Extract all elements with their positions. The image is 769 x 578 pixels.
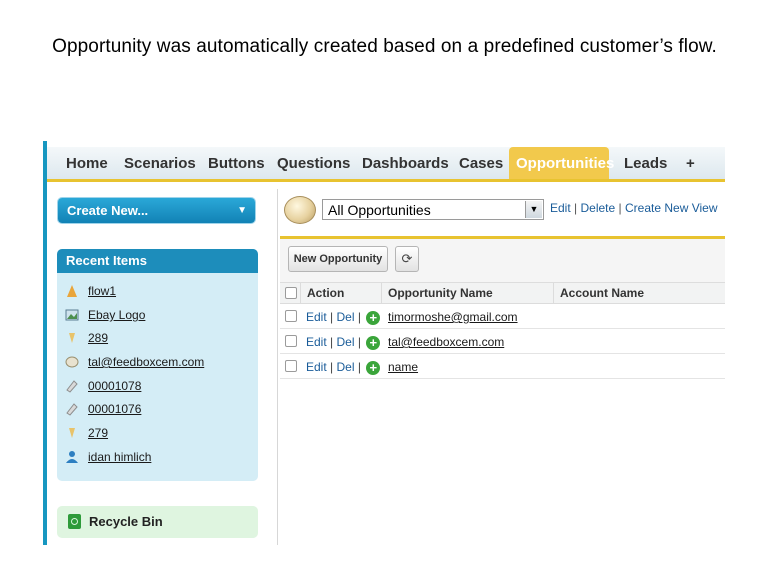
recent-item-link[interactable]: 289 — [88, 331, 108, 345]
recent-item-link[interactable]: flow1 — [88, 284, 116, 298]
user-icon — [65, 450, 79, 464]
tab-bar: Home Scenarios Buttons Questions Dashboa… — [47, 147, 725, 182]
recent-items-panel: Recent Items flow1 Ebay Logo 289 tal@fee… — [57, 249, 258, 481]
recent-items-title: Recent Items — [57, 249, 258, 273]
list-toolbar: New Opportunity ⟳ — [280, 239, 725, 283]
crm-app-window: Home Scenarios Buttons Questions Dashboa… — [43, 141, 725, 545]
tab-leads[interactable]: Leads — [617, 147, 674, 179]
tab-add[interactable]: + — [679, 147, 702, 179]
tab-dashboards[interactable]: Dashboards — [355, 147, 456, 179]
del-link[interactable]: Del — [337, 360, 355, 374]
delete-view-link[interactable]: Delete — [581, 201, 616, 215]
table-row: Edit | Del | + timormoshe@gmail.com — [280, 304, 725, 329]
add-icon[interactable]: + — [366, 360, 381, 375]
header-account-name[interactable]: Account Name — [560, 283, 644, 303]
chevron-down-icon: ▼ — [237, 205, 247, 216]
recent-item-link[interactable]: 00001078 — [88, 379, 141, 393]
recent-item[interactable]: 279 — [65, 425, 108, 445]
view-select[interactable]: All Opportunities ▼ — [322, 199, 544, 220]
del-link[interactable]: Del — [337, 310, 355, 324]
row-checkbox[interactable] — [285, 310, 297, 322]
tab-questions[interactable]: Questions — [270, 147, 357, 179]
recycle-bin[interactable]: Recycle Bin — [57, 506, 258, 538]
create-new-dropdown[interactable]: Create New... ▼ — [58, 198, 255, 223]
edit-link[interactable]: Edit — [306, 310, 327, 324]
tab-home[interactable]: Home — [59, 147, 115, 179]
record-icon — [65, 402, 79, 416]
opportunity-icon — [65, 355, 79, 369]
create-new-label: Create New... — [67, 203, 149, 218]
edit-link[interactable]: Edit — [306, 360, 327, 374]
select-all-checkbox[interactable] — [285, 287, 297, 299]
recent-item[interactable]: 00001078 — [65, 378, 141, 398]
recent-item-link[interactable]: 279 — [88, 426, 108, 440]
header-action: Action — [307, 286, 345, 300]
view-select-value: All Opportunities — [328, 202, 431, 218]
recent-item-link[interactable]: idan himlich — [88, 450, 151, 464]
recent-item[interactable]: tal@feedboxcem.com — [65, 354, 204, 374]
add-icon[interactable]: + — [366, 310, 381, 325]
row-checkbox[interactable] — [285, 360, 297, 372]
recent-item-link[interactable]: Ebay Logo — [88, 308, 145, 322]
recent-item[interactable]: Ebay Logo — [65, 307, 145, 327]
opportunity-name-link[interactable]: name — [388, 360, 418, 374]
flow-icon — [65, 284, 79, 298]
recent-item[interactable]: 289 — [65, 330, 108, 350]
recent-item[interactable]: 00001076 — [65, 401, 141, 421]
chevron-down-icon[interactable]: ▼ — [525, 201, 542, 218]
list-view-panel: New Opportunity ⟳ Action Opportunity Nam… — [280, 236, 725, 545]
edit-link[interactable]: Edit — [306, 335, 327, 349]
tab-opportunities[interactable]: Opportunities — [509, 147, 614, 179]
case-icon — [65, 331, 79, 345]
recent-item-link[interactable]: 00001076 — [88, 402, 141, 416]
tab-cases[interactable]: Cases — [452, 147, 510, 179]
del-link[interactable]: Del — [337, 335, 355, 349]
tab-scenarios[interactable]: Scenarios — [117, 147, 203, 179]
refresh-icon: ⟳ — [401, 251, 413, 266]
opportunity-icon — [284, 196, 316, 224]
edit-view-link[interactable]: Edit — [550, 201, 571, 215]
sidebar-divider — [277, 189, 278, 545]
page-caption: Opportunity was automatically created ba… — [52, 36, 717, 57]
view-links: Edit | Delete | Create New View — [550, 201, 718, 215]
new-opportunity-button[interactable]: New Opportunity — [288, 246, 388, 272]
recycle-bin-label: Recycle Bin — [89, 514, 163, 529]
opportunity-name-link[interactable]: timormoshe@gmail.com — [388, 310, 518, 324]
recent-item[interactable]: idan himlich — [65, 449, 151, 469]
recent-item[interactable]: flow1 — [65, 283, 116, 303]
add-icon[interactable]: + — [366, 335, 381, 350]
refresh-button[interactable]: ⟳ — [395, 246, 419, 272]
table-row: Edit | Del | + name — [280, 354, 725, 379]
recent-item-link[interactable]: tal@feedboxcem.com — [88, 355, 204, 369]
left-accent-stripe — [43, 141, 47, 545]
image-icon — [65, 308, 79, 322]
row-checkbox[interactable] — [285, 335, 297, 347]
record-icon — [65, 379, 79, 393]
table-header: Action Opportunity Name Account Name — [280, 283, 725, 304]
header-opportunity-name[interactable]: Opportunity Name — [388, 283, 493, 303]
create-new-view-link[interactable]: Create New View — [625, 201, 717, 215]
case-icon — [65, 426, 79, 440]
recycle-bin-icon — [68, 514, 81, 529]
opportunity-name-link[interactable]: tal@feedboxcem.com — [388, 335, 504, 349]
table-row: Edit | Del | + tal@feedboxcem.com — [280, 329, 725, 354]
tab-buttons[interactable]: Buttons — [201, 147, 272, 179]
